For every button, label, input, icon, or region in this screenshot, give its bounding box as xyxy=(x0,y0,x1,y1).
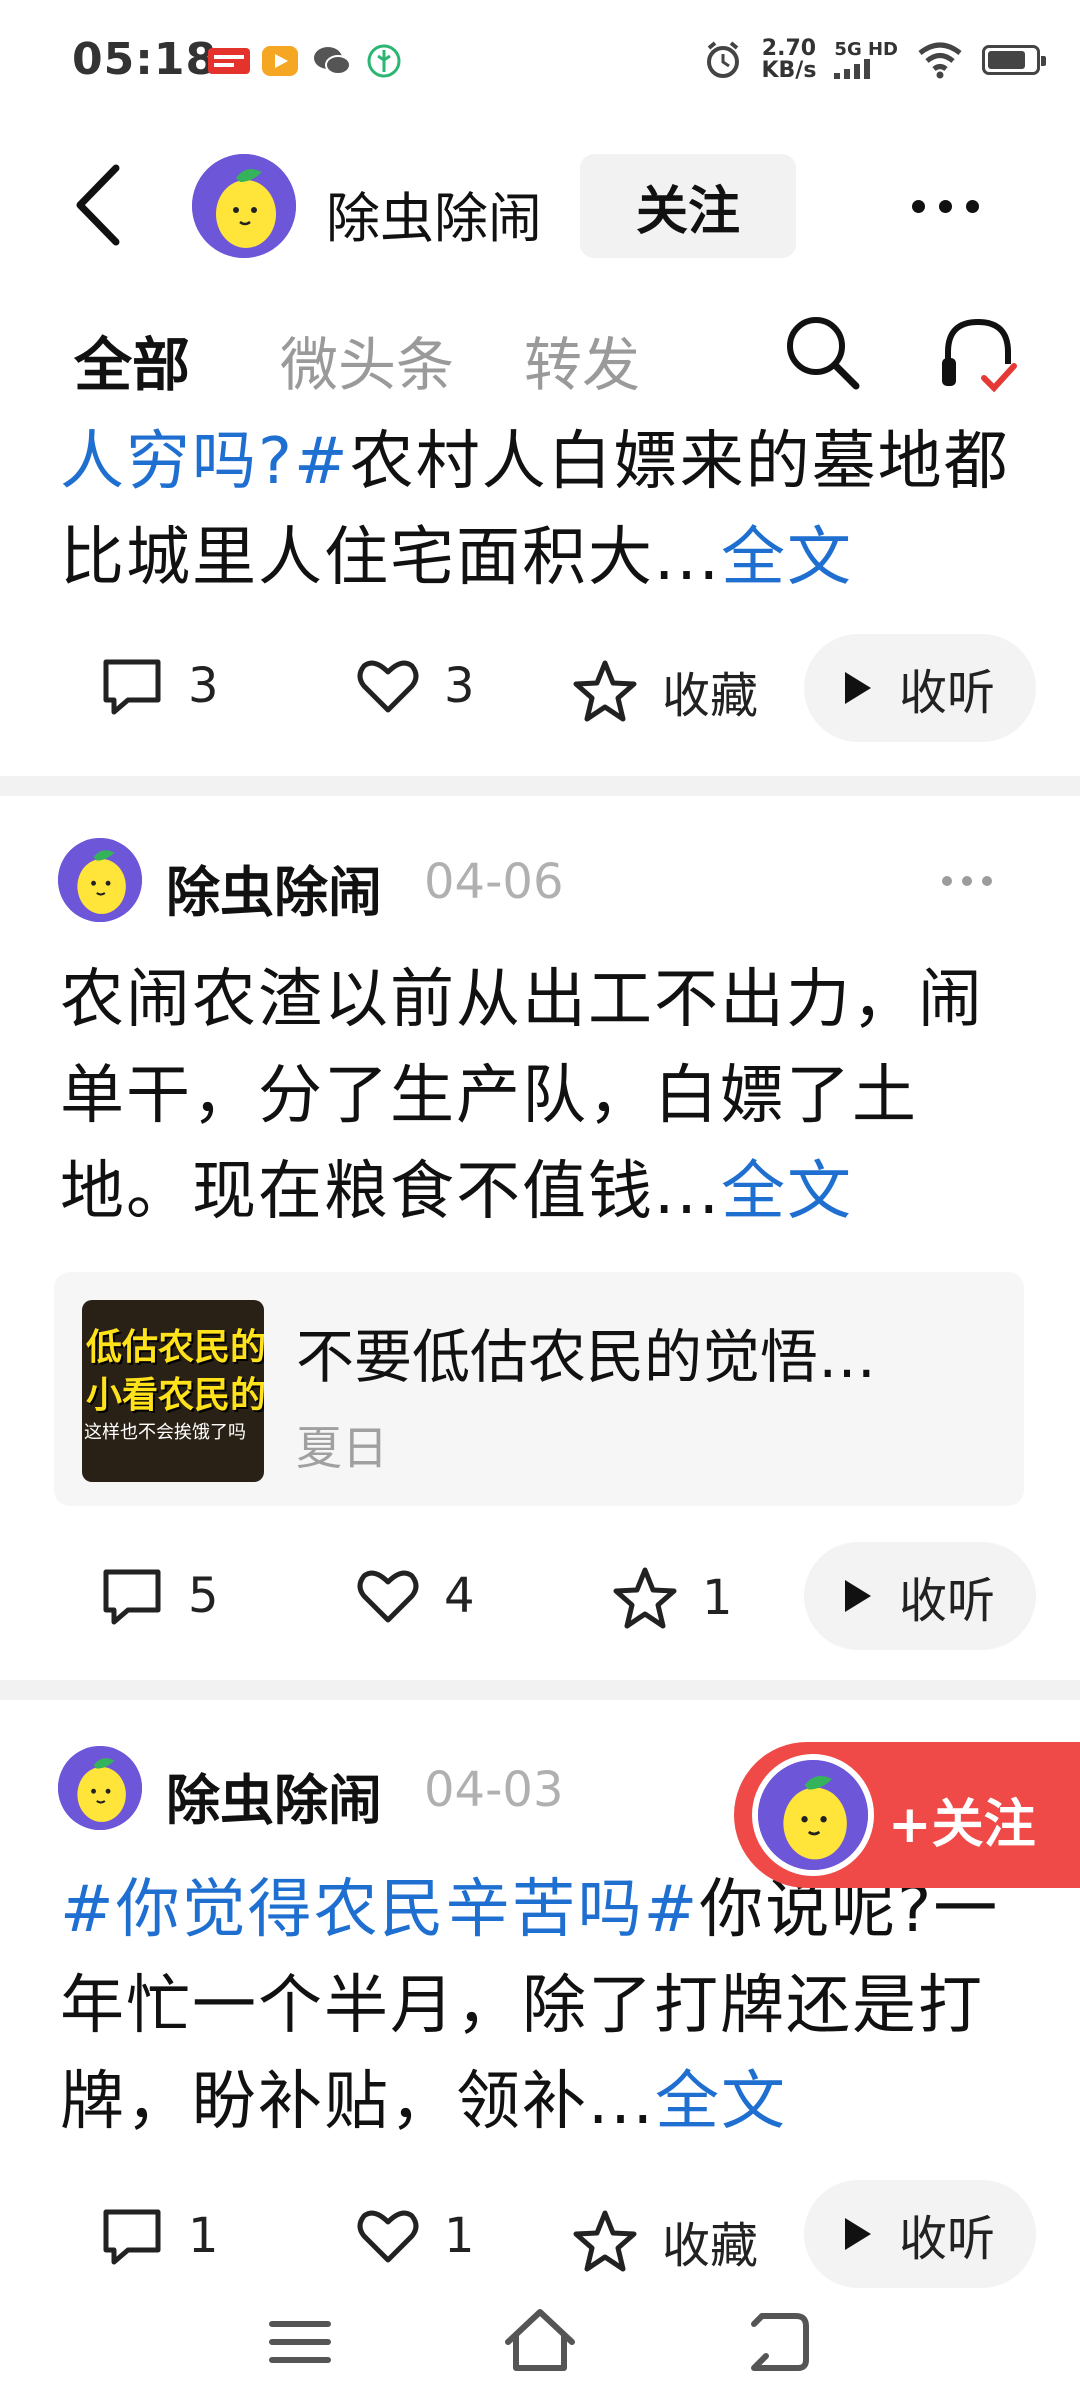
lemon-avatar-icon xyxy=(58,1746,142,1830)
leaf-app-icon xyxy=(367,44,401,78)
post-3-like-button[interactable]: 1 xyxy=(356,2206,475,2266)
post-2-text[interactable]: 农闹农渣以前从出工不出力，闹单干，分了生产队，白嫖了土地。现在粮食不值钱...全… xyxy=(60,952,1030,1240)
star-icon xyxy=(573,660,637,722)
post-2-favorite-button[interactable]: 1 xyxy=(612,1566,733,1630)
home-icon[interactable] xyxy=(500,2302,580,2382)
post-1-like-button[interactable]: 3 xyxy=(356,656,475,716)
post-3-comment-button[interactable]: 1 xyxy=(100,2206,219,2266)
heart-icon xyxy=(357,2210,419,2263)
post-2-favorite-count: 1 xyxy=(702,1570,733,1626)
thumb-text-line-2: 小看农民的格 xyxy=(86,1375,264,1416)
post-2-like-count: 4 xyxy=(444,1568,475,1624)
play-icon xyxy=(844,1580,871,1612)
signal-bars-icon xyxy=(834,59,871,79)
play-icon xyxy=(844,672,871,704)
alarm-icon xyxy=(707,41,740,78)
post-3-favorite-button[interactable]: 收藏 xyxy=(572,2206,758,2276)
more-options-icon[interactable] xyxy=(912,200,979,213)
post-2-date: 04-06 xyxy=(424,854,564,910)
post-3-hashtag[interactable]: #你觉得农民辛苦吗# xyxy=(60,1873,699,1947)
heart-icon xyxy=(357,660,419,713)
post-1-like-count: 3 xyxy=(444,658,475,714)
post-2-comment-count: 5 xyxy=(188,1568,219,1624)
post-3-author[interactable]: 除虫除闹 xyxy=(166,1756,382,1835)
post-2-avatar[interactable] xyxy=(58,838,142,922)
shared-video-card[interactable]: 低估农民的觉 小看农民的格 这样也不会挨饿了吗 不要低估农民的觉悟… 夏日 xyxy=(54,1272,1024,1506)
post-2-like-button[interactable]: 4 xyxy=(356,1566,475,1626)
comment-icon xyxy=(103,2209,161,2265)
signal-indicator: 5G HD xyxy=(834,41,898,79)
post-1-favorite-button[interactable]: 收藏 xyxy=(572,656,758,726)
post-1-comment-button[interactable]: 3 xyxy=(100,656,219,716)
post-2-full-link[interactable]: 全文 xyxy=(721,1155,853,1229)
comment-icon xyxy=(103,1569,161,1625)
back-nav-icon[interactable] xyxy=(740,2302,820,2382)
profile-name: 除虫除闹 xyxy=(326,187,542,250)
avatar[interactable] xyxy=(192,154,296,258)
menu-icon[interactable] xyxy=(260,2302,340,2382)
thumb-text-line-1: 低估农民的觉 xyxy=(86,1327,264,1368)
divider xyxy=(0,776,1080,796)
status-right: 2.70 KB/s 5G HD xyxy=(703,36,1046,83)
post-3-like-count: 1 xyxy=(444,2208,475,2264)
star-icon xyxy=(573,2210,637,2272)
post-3-text[interactable]: #你觉得农民辛苦吗#你说呢?一年忙一个半月，除了打牌还是打牌，盼补贴，领补...… xyxy=(60,1862,1030,2150)
wifi-icon xyxy=(918,42,962,79)
thumb-text-line-3: 这样也不会挨饿了吗 xyxy=(84,1422,246,1443)
post-1-full-link[interactable]: 全文 xyxy=(721,521,853,595)
floating-follow-label: +关注 xyxy=(888,1795,1036,1855)
divider xyxy=(0,1680,1080,1700)
post-2-author[interactable]: 除虫除闹 xyxy=(166,848,382,927)
post-1-listen-button[interactable]: 收听 xyxy=(804,634,1036,742)
card-author: 夏日 xyxy=(296,1421,388,1475)
post-3-avatar[interactable] xyxy=(58,1746,142,1830)
post-3-full-link[interactable]: 全文 xyxy=(655,2065,787,2139)
headphone-icon[interactable] xyxy=(938,314,1018,394)
post-3-comment-count: 1 xyxy=(188,2208,219,2264)
floating-follow-button[interactable]: +关注 xyxy=(734,1742,1080,1888)
lemon-avatar-icon xyxy=(58,838,142,922)
wechat-icon xyxy=(314,47,351,75)
status-time: 05:18 xyxy=(72,34,218,85)
post-2-comment-button[interactable]: 5 xyxy=(100,1566,219,1626)
video-app-icon xyxy=(262,46,298,76)
tab-micro-headlines[interactable]: 微头条 xyxy=(280,318,454,402)
post-1-hashtag[interactable]: 人穷吗?# xyxy=(60,425,350,499)
post-2-listen-button[interactable]: 收听 xyxy=(804,1542,1036,1650)
post-1-text[interactable]: 人穷吗?#农村人白嫖来的墓地都比城里人住宅面积大...全文 xyxy=(60,414,1030,606)
comment-icon xyxy=(103,659,161,715)
heart-icon xyxy=(357,1570,419,1623)
follow-button[interactable]: 关注 xyxy=(580,154,796,258)
toutiao-icon xyxy=(208,48,250,74)
floating-avatar xyxy=(752,1754,874,1876)
card-title: 不要低估农民的觉悟… xyxy=(296,1323,877,1391)
lemon-avatar-icon xyxy=(192,154,296,258)
net-speed: 2.70 KB/s xyxy=(761,36,817,83)
tab-all[interactable]: 全部 xyxy=(74,318,190,402)
star-icon xyxy=(613,1567,677,1629)
post-1-comment-count: 3 xyxy=(188,658,219,714)
post-2-listen-label: 收听 xyxy=(898,1573,995,1629)
post-3-date: 04-03 xyxy=(424,1762,564,1818)
battery-icon xyxy=(982,45,1046,75)
post-3-listen-button[interactable]: 收听 xyxy=(804,2180,1036,2288)
post-3-listen-label: 收听 xyxy=(898,2211,995,2267)
post-3-favorite-label: 收藏 xyxy=(662,2218,759,2274)
post-2-more-icon[interactable] xyxy=(942,876,992,886)
search-icon[interactable] xyxy=(782,312,862,392)
play-icon xyxy=(844,2218,871,2250)
post-1-listen-label: 收听 xyxy=(898,665,995,721)
tab-reposts[interactable]: 转发 xyxy=(524,318,640,402)
lemon-avatar-icon xyxy=(758,1760,868,1870)
video-thumbnail: 低估农民的觉 小看农民的格 这样也不会挨饿了吗 xyxy=(82,1300,264,1482)
back-arrow-icon[interactable] xyxy=(70,160,130,250)
post-1-favorite-label: 收藏 xyxy=(662,668,759,724)
